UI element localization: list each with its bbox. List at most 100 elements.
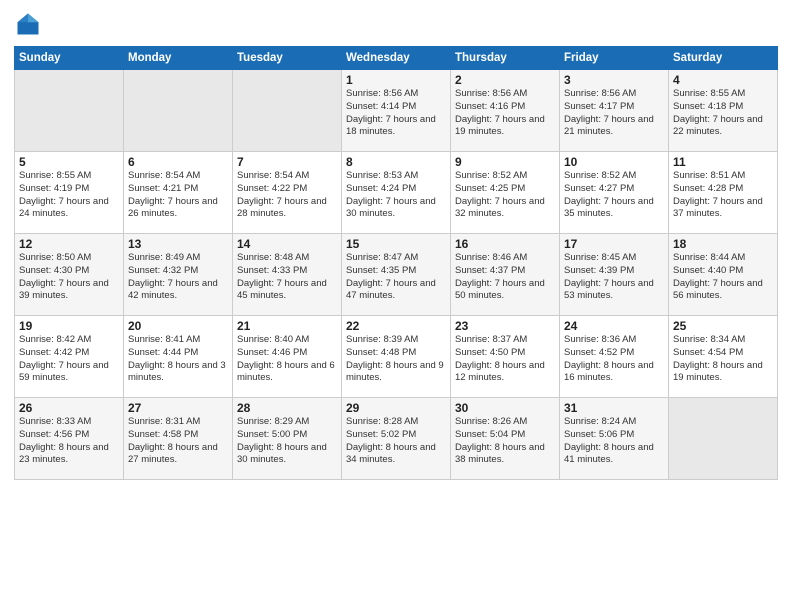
day-cell: 7Sunrise: 8:54 AM Sunset: 4:22 PM Daylig…: [233, 152, 342, 234]
day-number: 13: [128, 237, 228, 251]
day-info: Sunrise: 8:45 AM Sunset: 4:39 PM Dayligh…: [564, 252, 664, 303]
day-cell: 24Sunrise: 8:36 AM Sunset: 4:52 PM Dayli…: [560, 316, 669, 398]
day-cell: 30Sunrise: 8:26 AM Sunset: 5:04 PM Dayli…: [451, 398, 560, 480]
weekday-header-tuesday: Tuesday: [233, 47, 342, 70]
week-row-1: 1Sunrise: 8:56 AM Sunset: 4:14 PM Daylig…: [15, 70, 778, 152]
day-cell: 20Sunrise: 8:41 AM Sunset: 4:44 PM Dayli…: [124, 316, 233, 398]
day-info: Sunrise: 8:34 AM Sunset: 4:54 PM Dayligh…: [673, 334, 773, 385]
day-info: Sunrise: 8:52 AM Sunset: 4:27 PM Dayligh…: [564, 170, 664, 221]
day-cell: 14Sunrise: 8:48 AM Sunset: 4:33 PM Dayli…: [233, 234, 342, 316]
day-cell: 5Sunrise: 8:55 AM Sunset: 4:19 PM Daylig…: [15, 152, 124, 234]
week-row-5: 26Sunrise: 8:33 AM Sunset: 4:56 PM Dayli…: [15, 398, 778, 480]
day-info: Sunrise: 8:56 AM Sunset: 4:14 PM Dayligh…: [346, 88, 446, 139]
day-number: 29: [346, 401, 446, 415]
day-info: Sunrise: 8:37 AM Sunset: 4:50 PM Dayligh…: [455, 334, 555, 385]
day-info: Sunrise: 8:28 AM Sunset: 5:02 PM Dayligh…: [346, 416, 446, 467]
day-number: 1: [346, 73, 446, 87]
day-info: Sunrise: 8:55 AM Sunset: 4:19 PM Dayligh…: [19, 170, 119, 221]
week-row-3: 12Sunrise: 8:50 AM Sunset: 4:30 PM Dayli…: [15, 234, 778, 316]
day-number: 11: [673, 155, 773, 169]
day-number: 8: [346, 155, 446, 169]
day-cell: 21Sunrise: 8:40 AM Sunset: 4:46 PM Dayli…: [233, 316, 342, 398]
day-info: Sunrise: 8:26 AM Sunset: 5:04 PM Dayligh…: [455, 416, 555, 467]
day-number: 7: [237, 155, 337, 169]
day-cell: [124, 70, 233, 152]
day-info: Sunrise: 8:53 AM Sunset: 4:24 PM Dayligh…: [346, 170, 446, 221]
day-cell: 19Sunrise: 8:42 AM Sunset: 4:42 PM Dayli…: [15, 316, 124, 398]
day-info: Sunrise: 8:54 AM Sunset: 4:22 PM Dayligh…: [237, 170, 337, 221]
day-info: Sunrise: 8:24 AM Sunset: 5:06 PM Dayligh…: [564, 416, 664, 467]
day-number: 15: [346, 237, 446, 251]
day-number: 3: [564, 73, 664, 87]
day-cell: 23Sunrise: 8:37 AM Sunset: 4:50 PM Dayli…: [451, 316, 560, 398]
day-cell: 1Sunrise: 8:56 AM Sunset: 4:14 PM Daylig…: [342, 70, 451, 152]
day-cell: 17Sunrise: 8:45 AM Sunset: 4:39 PM Dayli…: [560, 234, 669, 316]
day-cell: 26Sunrise: 8:33 AM Sunset: 4:56 PM Dayli…: [15, 398, 124, 480]
day-number: 26: [19, 401, 119, 415]
day-number: 5: [19, 155, 119, 169]
day-number: 4: [673, 73, 773, 87]
day-cell: 16Sunrise: 8:46 AM Sunset: 4:37 PM Dayli…: [451, 234, 560, 316]
day-number: 2: [455, 73, 555, 87]
day-number: 31: [564, 401, 664, 415]
day-number: 20: [128, 319, 228, 333]
day-info: Sunrise: 8:49 AM Sunset: 4:32 PM Dayligh…: [128, 252, 228, 303]
day-cell: 3Sunrise: 8:56 AM Sunset: 4:17 PM Daylig…: [560, 70, 669, 152]
weekday-header-thursday: Thursday: [451, 47, 560, 70]
day-cell: 29Sunrise: 8:28 AM Sunset: 5:02 PM Dayli…: [342, 398, 451, 480]
day-info: Sunrise: 8:39 AM Sunset: 4:48 PM Dayligh…: [346, 334, 446, 385]
day-info: Sunrise: 8:54 AM Sunset: 4:21 PM Dayligh…: [128, 170, 228, 221]
weekday-header-monday: Monday: [124, 47, 233, 70]
day-number: 12: [19, 237, 119, 251]
day-number: 28: [237, 401, 337, 415]
day-number: 21: [237, 319, 337, 333]
logo: [14, 10, 46, 38]
calendar-container: SundayMondayTuesdayWednesdayThursdayFrid…: [0, 0, 792, 612]
header: [14, 10, 778, 38]
logo-icon: [14, 10, 42, 38]
day-number: 24: [564, 319, 664, 333]
day-info: Sunrise: 8:50 AM Sunset: 4:30 PM Dayligh…: [19, 252, 119, 303]
day-cell: 15Sunrise: 8:47 AM Sunset: 4:35 PM Dayli…: [342, 234, 451, 316]
weekday-header-sunday: Sunday: [15, 47, 124, 70]
weekday-header-saturday: Saturday: [669, 47, 778, 70]
day-cell: 27Sunrise: 8:31 AM Sunset: 4:58 PM Dayli…: [124, 398, 233, 480]
day-cell: 10Sunrise: 8:52 AM Sunset: 4:27 PM Dayli…: [560, 152, 669, 234]
day-info: Sunrise: 8:41 AM Sunset: 4:44 PM Dayligh…: [128, 334, 228, 385]
day-info: Sunrise: 8:33 AM Sunset: 4:56 PM Dayligh…: [19, 416, 119, 467]
calendar-table: SundayMondayTuesdayWednesdayThursdayFrid…: [14, 46, 778, 480]
day-number: 18: [673, 237, 773, 251]
day-cell: 8Sunrise: 8:53 AM Sunset: 4:24 PM Daylig…: [342, 152, 451, 234]
day-number: 23: [455, 319, 555, 333]
day-info: Sunrise: 8:31 AM Sunset: 4:58 PM Dayligh…: [128, 416, 228, 467]
day-info: Sunrise: 8:47 AM Sunset: 4:35 PM Dayligh…: [346, 252, 446, 303]
day-cell: 9Sunrise: 8:52 AM Sunset: 4:25 PM Daylig…: [451, 152, 560, 234]
day-info: Sunrise: 8:40 AM Sunset: 4:46 PM Dayligh…: [237, 334, 337, 385]
day-cell: [15, 70, 124, 152]
day-info: Sunrise: 8:48 AM Sunset: 4:33 PM Dayligh…: [237, 252, 337, 303]
day-info: Sunrise: 8:36 AM Sunset: 4:52 PM Dayligh…: [564, 334, 664, 385]
weekday-header-row: SundayMondayTuesdayWednesdayThursdayFrid…: [15, 47, 778, 70]
day-number: 22: [346, 319, 446, 333]
weekday-header-friday: Friday: [560, 47, 669, 70]
day-info: Sunrise: 8:44 AM Sunset: 4:40 PM Dayligh…: [673, 252, 773, 303]
day-number: 30: [455, 401, 555, 415]
week-row-4: 19Sunrise: 8:42 AM Sunset: 4:42 PM Dayli…: [15, 316, 778, 398]
day-cell: [233, 70, 342, 152]
day-cell: 11Sunrise: 8:51 AM Sunset: 4:28 PM Dayli…: [669, 152, 778, 234]
day-info: Sunrise: 8:52 AM Sunset: 4:25 PM Dayligh…: [455, 170, 555, 221]
day-info: Sunrise: 8:56 AM Sunset: 4:17 PM Dayligh…: [564, 88, 664, 139]
day-number: 25: [673, 319, 773, 333]
day-info: Sunrise: 8:46 AM Sunset: 4:37 PM Dayligh…: [455, 252, 555, 303]
day-cell: 31Sunrise: 8:24 AM Sunset: 5:06 PM Dayli…: [560, 398, 669, 480]
weekday-header-wednesday: Wednesday: [342, 47, 451, 70]
day-info: Sunrise: 8:55 AM Sunset: 4:18 PM Dayligh…: [673, 88, 773, 139]
day-number: 16: [455, 237, 555, 251]
day-cell: 22Sunrise: 8:39 AM Sunset: 4:48 PM Dayli…: [342, 316, 451, 398]
day-info: Sunrise: 8:42 AM Sunset: 4:42 PM Dayligh…: [19, 334, 119, 385]
day-cell: 25Sunrise: 8:34 AM Sunset: 4:54 PM Dayli…: [669, 316, 778, 398]
day-number: 6: [128, 155, 228, 169]
day-cell: 18Sunrise: 8:44 AM Sunset: 4:40 PM Dayli…: [669, 234, 778, 316]
day-cell: 2Sunrise: 8:56 AM Sunset: 4:16 PM Daylig…: [451, 70, 560, 152]
day-info: Sunrise: 8:29 AM Sunset: 5:00 PM Dayligh…: [237, 416, 337, 467]
